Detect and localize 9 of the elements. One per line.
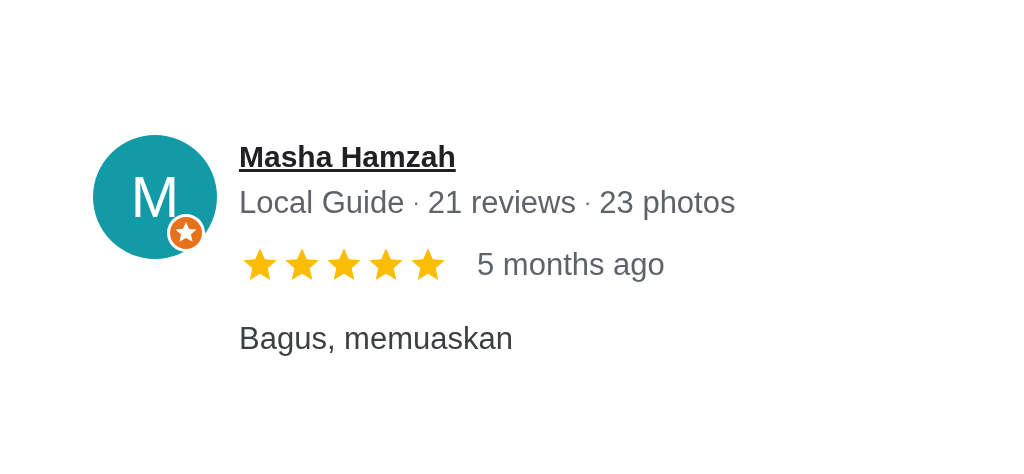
reviewer-badge-label: Local Guide [239, 184, 405, 222]
review-text: Bagus, memuaskan [239, 320, 514, 358]
reviewer-stat: 21 reviews [427, 184, 576, 222]
review-time: 5 months ago [477, 246, 665, 284]
reviewer-name[interactable]: Masha Hamzah [239, 135, 456, 179]
reviewer-stat: 23 photos [599, 184, 736, 222]
separator: · [412, 189, 420, 217]
separator: · [583, 189, 592, 217]
avatar: M [93, 135, 217, 259]
